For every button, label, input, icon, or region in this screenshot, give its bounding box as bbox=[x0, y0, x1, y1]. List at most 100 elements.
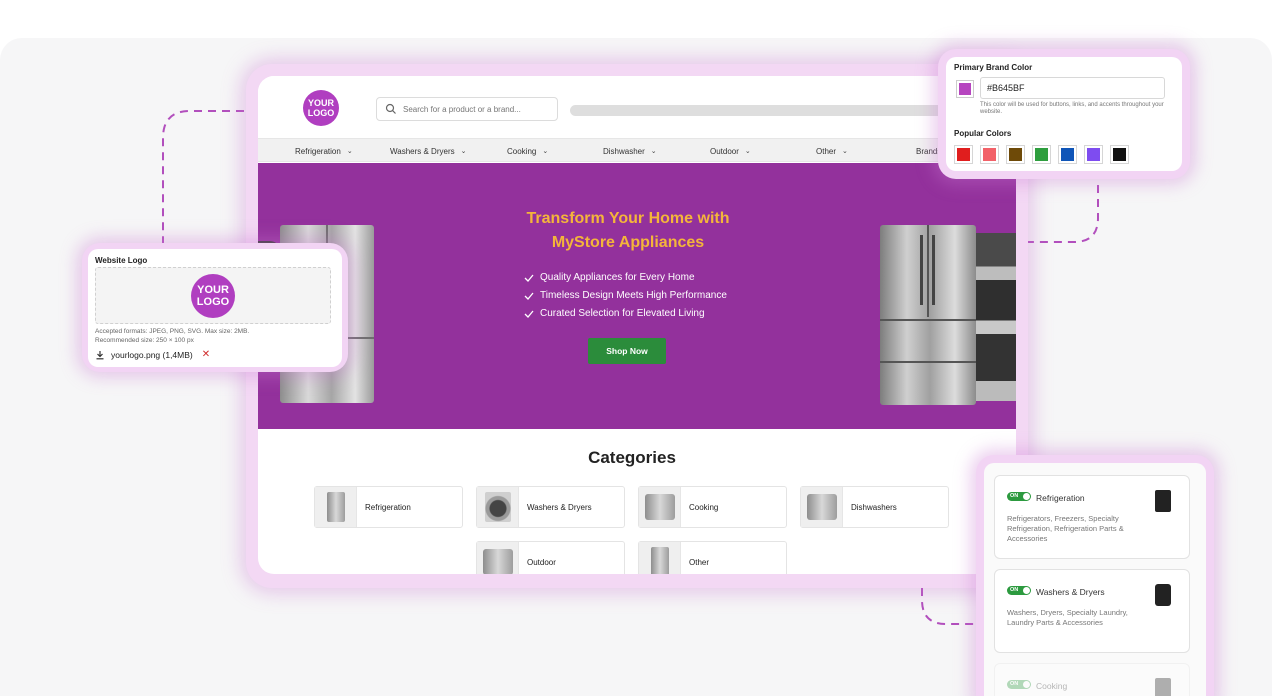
category-thumbnail bbox=[477, 542, 519, 574]
logo-text-line2: LOGO bbox=[196, 296, 230, 308]
download-icon[interactable] bbox=[95, 350, 105, 360]
logo-preview: YOUR LOGO bbox=[191, 274, 235, 318]
nav-label: Outdoor bbox=[710, 146, 739, 156]
fridge-image bbox=[880, 225, 976, 405]
store-header: YOUR LOGO bbox=[258, 76, 1016, 138]
nav-item-cooking[interactable]: Cooking ⌄ bbox=[507, 139, 548, 163]
logo-format-info: Accepted formats: JPEG, PNG, SVG. Max si… bbox=[95, 327, 249, 345]
category-label: Dishwashers bbox=[851, 502, 897, 512]
website-logo-label: Website Logo bbox=[95, 256, 148, 265]
category-label: Cooking bbox=[689, 502, 719, 512]
oven-image bbox=[976, 233, 1016, 401]
check-icon bbox=[524, 310, 534, 318]
category-thumbnail bbox=[639, 542, 681, 574]
category-toggle-title: Washers & Dryers bbox=[1036, 587, 1105, 597]
nav-item-other[interactable]: Other ⌄ bbox=[816, 139, 848, 163]
nav-label: Washers & Dryers bbox=[390, 146, 455, 156]
hero-bullet: Timeless Design Meets High Performance bbox=[524, 287, 727, 305]
hero-bullets: Quality Appliances for Every Home Timele… bbox=[524, 269, 727, 323]
brand-color-label: Primary Brand Color bbox=[954, 63, 1033, 72]
popular-colors-label: Popular Colors bbox=[954, 129, 1012, 138]
color-swatch-coral[interactable] bbox=[980, 145, 999, 164]
washer-icon bbox=[1155, 584, 1171, 606]
category-toggle-panel: ON Refrigeration Refrigerators, Freezers… bbox=[984, 463, 1206, 696]
color-swatch-black[interactable] bbox=[1110, 145, 1129, 164]
logo-text-line1: YOUR bbox=[307, 98, 334, 108]
storefront-preview: YOUR LOGO Refrigeration ⌄ Washers & Dryer… bbox=[258, 76, 1016, 574]
shop-now-button[interactable]: Shop Now bbox=[588, 338, 666, 364]
category-thumbnail bbox=[801, 487, 843, 527]
chevron-down-icon: ⌄ bbox=[842, 148, 848, 155]
category-toggle-desc: Refrigerators, Freezers, Specialty Refri… bbox=[1007, 514, 1124, 543]
chevron-down-icon: ⌄ bbox=[650, 148, 657, 155]
chevron-down-icon: ⌄ bbox=[460, 148, 467, 155]
color-swatch-green[interactable] bbox=[1032, 145, 1051, 164]
category-label: Outdoor bbox=[527, 557, 556, 567]
nav-item-outdoor[interactable]: Outdoor ⌄ bbox=[710, 139, 751, 163]
uploaded-file-name: yourlogo.png (1,4MB) bbox=[111, 349, 193, 360]
recommended-size-text: Recommended size: 250 × 100 px bbox=[95, 337, 194, 344]
category-label: Washers & Dryers bbox=[527, 502, 592, 512]
current-color-swatch[interactable] bbox=[956, 80, 974, 98]
nav-label: Refrigeration bbox=[295, 146, 341, 156]
category-toggle-card-refrigeration: ON Refrigeration Refrigerators, Freezers… bbox=[994, 475, 1190, 559]
category-thumbnail bbox=[639, 487, 681, 527]
color-swatch-violet[interactable] bbox=[1084, 145, 1103, 164]
nav-label: Cooking bbox=[507, 146, 537, 156]
chevron-down-icon: ⌄ bbox=[744, 148, 751, 155]
category-card-refrigeration[interactable]: Refrigeration bbox=[314, 486, 463, 528]
brand-color-hint: This color will be used for buttons, lin… bbox=[980, 102, 1164, 115]
hero-title-line2: MyStore Appliances bbox=[551, 234, 705, 251]
category-card-dishwashers[interactable]: Dishwashers bbox=[800, 486, 949, 528]
hero-bullet: Curated Selection for Elevated Living bbox=[524, 305, 727, 323]
color-swatch-brown[interactable] bbox=[1006, 145, 1025, 164]
nav-label: Other bbox=[816, 146, 837, 156]
category-card-other[interactable]: Other bbox=[638, 541, 787, 574]
check-icon bbox=[524, 292, 534, 300]
uploaded-file-row: yourlogo.png (1,4MB) ✕ bbox=[95, 349, 210, 360]
category-card-washers-dryers[interactable]: Washers & Dryers bbox=[476, 486, 625, 528]
category-toggle-desc: Washers, Dryers, Specialty Laundry, Laun… bbox=[1007, 608, 1128, 627]
chevron-down-icon: ⌄ bbox=[542, 148, 549, 155]
color-swatch-red[interactable] bbox=[954, 145, 973, 164]
search-icon bbox=[385, 103, 396, 114]
logo-dropzone[interactable]: YOUR LOGO bbox=[95, 267, 331, 324]
brand-color-panel: Primary Brand Color This color will be u… bbox=[946, 57, 1182, 171]
chevron-down-icon: ⌄ bbox=[346, 148, 353, 155]
color-swatch-blue[interactable] bbox=[1058, 145, 1077, 164]
search-input[interactable] bbox=[403, 104, 553, 114]
hero-bullet-text: Curated Selection for Elevated Living bbox=[540, 308, 705, 319]
category-toggle-card-washers-dryers: ON Washers & Dryers Washers, Dryers, Spe… bbox=[994, 569, 1190, 653]
close-icon[interactable]: ✕ bbox=[202, 349, 210, 360]
oven-icon bbox=[1155, 678, 1171, 696]
toggle-switch[interactable]: ON bbox=[1007, 492, 1031, 501]
hero-title-line1: Transform Your Home with bbox=[526, 210, 730, 227]
search-box[interactable] bbox=[376, 97, 558, 121]
category-toggle-card-cooking: ON Cooking bbox=[994, 663, 1190, 696]
nav-item-dishwasher[interactable]: Dishwasher ⌄ bbox=[603, 139, 657, 163]
logo-text-line2: LOGO bbox=[307, 108, 335, 118]
category-card-outdoor[interactable]: Outdoor bbox=[476, 541, 625, 574]
nav-item-washers-dryers[interactable]: Washers & Dryers ⌄ bbox=[390, 139, 466, 163]
hex-color-input[interactable] bbox=[980, 77, 1165, 99]
toggle-switch[interactable]: ON bbox=[1007, 680, 1031, 689]
category-card-cooking[interactable]: Cooking bbox=[638, 486, 787, 528]
category-nav: Refrigeration ⌄ Washers & Dryers ⌄ Cooking… bbox=[258, 138, 1016, 162]
hero-bullet-text: Quality Appliances for Every Home bbox=[540, 272, 695, 283]
hero-bullet: Quality Appliances for Every Home bbox=[524, 269, 727, 287]
check-icon bbox=[524, 274, 534, 282]
store-logo[interactable]: YOUR LOGO bbox=[303, 90, 339, 126]
hero-bullet-text: Timeless Design Meets High Performance bbox=[540, 290, 727, 301]
popular-colors bbox=[954, 145, 1136, 164]
toggle-switch[interactable]: ON bbox=[1007, 586, 1031, 595]
categories-heading: Categories bbox=[588, 448, 676, 467]
category-label: Other bbox=[689, 557, 710, 567]
nav-label: Dishwasher bbox=[603, 146, 645, 156]
accepted-formats-text: Accepted formats: JPEG, PNG, SVG. Max si… bbox=[95, 328, 250, 335]
category-thumbnail bbox=[315, 487, 357, 527]
website-logo-panel: Website Logo YOUR LOGO Accepted formats:… bbox=[88, 249, 342, 367]
logo-text-line1: YOUR bbox=[197, 284, 229, 296]
hero-banner: Transform Your Home with MyStore Applian… bbox=[258, 163, 1016, 429]
nav-item-refrigeration[interactable]: Refrigeration ⌄ bbox=[295, 139, 353, 163]
category-thumbnail bbox=[477, 487, 519, 527]
